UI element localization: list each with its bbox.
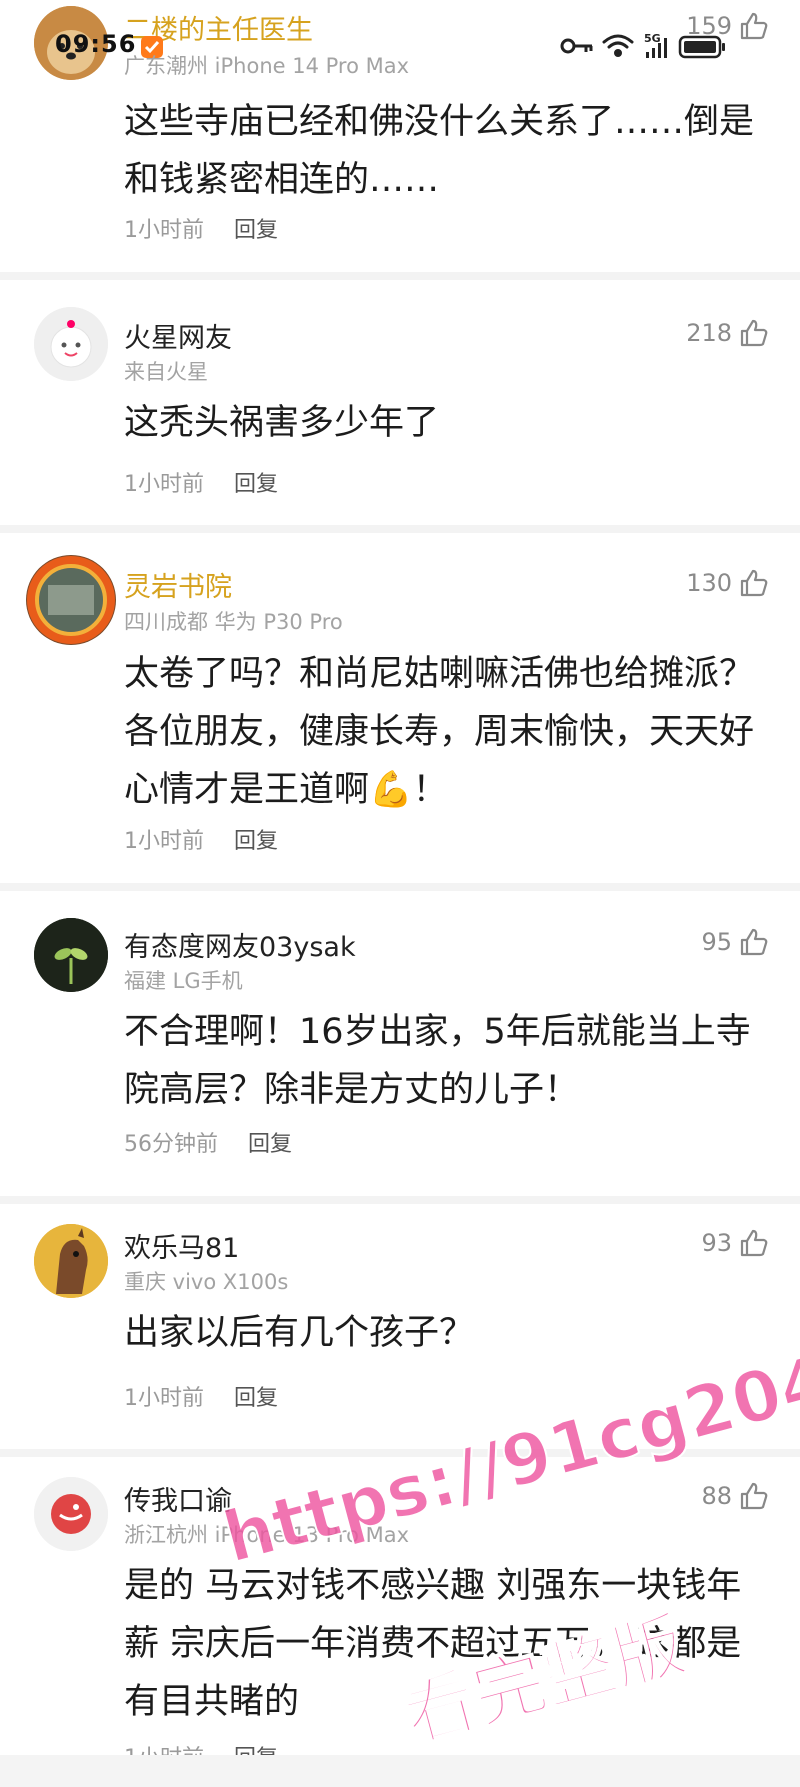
avatar[interactable] (34, 6, 108, 80)
avatar[interactable] (34, 918, 108, 992)
like-button[interactable]: 130 (686, 567, 770, 599)
thumbs-up-icon (740, 569, 768, 597)
user-name[interactable]: 火星网友 (124, 316, 232, 355)
like-count: 95 (701, 928, 732, 956)
comment-item: 欢乐马81 重庆 vivo X100s 93 出家以后有几个孩子？ 1小时前 回复 (0, 1204, 800, 1449)
comment-text: 这些寺庙已经和佛没什么关系了……倒是和钱紧密相连的…… (124, 102, 755, 200)
user-location-device: 来自火星 (124, 360, 208, 384)
comment-item: 二楼的主任医生 广东潮州 iPhone 14 Pro Max 159 这些寺庙已… (0, 0, 800, 272)
thumbs-up-icon (740, 1482, 768, 1510)
comment-item: 有态度网友03ysak 福建 LG手机 95 不合理啊！16岁出家，5年后就能当… (0, 891, 800, 1196)
thumbs-up-icon (740, 319, 768, 347)
reply-button[interactable]: 回复 (248, 1132, 292, 1157)
mars-mascot-avatar-icon (34, 307, 108, 381)
comment-time: 1小时前 (124, 829, 204, 854)
comment-text: 是的 马云对钱不感兴趣 刘强东一块钱年薪 宗庆后一年消费不超过五万。 这都是有目… (124, 1566, 742, 1722)
like-button[interactable]: 218 (686, 317, 770, 349)
divider (0, 272, 800, 280)
like-count: 218 (686, 319, 732, 347)
like-count: 159 (686, 12, 732, 40)
avatar[interactable] (34, 1224, 108, 1298)
comment-text: 太卷了吗？和尚尼姑喇嘛活佛也给摊派？各位朋友，健康长寿，周末愉快，天天好心情才是… (124, 654, 755, 810)
user-name[interactable]: 传我口谕 (124, 1479, 232, 1518)
divider (0, 1196, 800, 1204)
like-button[interactable]: 95 (701, 926, 770, 958)
comment-text: 这秃头祸害多少年了 (124, 403, 440, 443)
user-name[interactable]: 欢乐马81 (124, 1226, 239, 1265)
red-bubble-avatar-icon (34, 1477, 108, 1551)
user-location-device: 四川成都 华为 P30 Pro (124, 610, 343, 634)
avatar[interactable] (34, 1477, 108, 1551)
avatar[interactable] (34, 307, 108, 381)
comment-time: 1小时前 (124, 218, 204, 243)
comment-time: 1小时前 (124, 472, 204, 497)
dragon-frame-avatar-icon (27, 556, 115, 644)
reply-button[interactable]: 回复 (234, 218, 278, 243)
dog-avatar-icon (34, 6, 108, 80)
comment-footer: 1小时前 回复 (124, 823, 278, 855)
like-button[interactable]: 88 (701, 1480, 770, 1512)
user-name[interactable]: 有态度网友03ysak (124, 925, 356, 964)
comment-item: 传我口谕 浙江杭州 iPhone 13 Pro Max 88 是的 马云对钱不感… (0, 1457, 800, 1787)
like-count: 88 (701, 1482, 732, 1510)
horse-avatar-icon (34, 1224, 108, 1298)
user-location-device: 重庆 vivo X100s (124, 1270, 289, 1294)
comment-text: 不合理啊！16岁出家，5年后就能当上寺院高层？除非是方丈的儿子！ (124, 1012, 751, 1110)
comment-text: 出家以后有几个孩子？ (124, 1313, 475, 1353)
reply-button[interactable]: 回复 (234, 829, 278, 854)
like-count: 93 (701, 1229, 732, 1257)
comment-item: 灵岩书院 四川成都 华为 P30 Pro 130 太卷了吗？和尚尼姑喇嘛活佛也给… (0, 533, 800, 883)
avatar[interactable] (26, 555, 116, 645)
comment-footer: 1小时前 回复 (124, 466, 278, 498)
divider (0, 1449, 800, 1457)
divider (0, 883, 800, 891)
user-location-device: 广东潮州 iPhone 14 Pro Max (124, 54, 410, 78)
reply-button[interactable]: 回复 (234, 472, 278, 497)
user-location-device: 福建 LG手机 (124, 969, 243, 993)
comment-time: 56分钟前 (124, 1132, 218, 1157)
divider (0, 525, 800, 533)
like-button[interactable]: 159 (686, 10, 770, 42)
comment-time: 1小时前 (124, 1386, 204, 1411)
thumbs-up-icon (740, 928, 768, 956)
like-button[interactable]: 93 (701, 1227, 770, 1259)
comment-footer: 1小时前 回复 (124, 1380, 278, 1412)
comment-item: 火星网友 来自火星 218 这秃头祸害多少年了 1小时前 回复 (0, 280, 800, 525)
thumbs-up-icon (740, 1229, 768, 1257)
comment-footer: 1小时前 回复 (124, 212, 278, 244)
user-name[interactable]: 灵岩书院 (124, 565, 232, 604)
reply-button[interactable]: 回复 (234, 1386, 278, 1411)
user-location-device: 浙江杭州 iPhone 13 Pro Max (124, 1523, 410, 1547)
comment-footer: 56分钟前 回复 (124, 1126, 292, 1158)
thumbs-up-icon (740, 12, 768, 40)
like-count: 130 (686, 569, 732, 597)
sprout-avatar-icon (34, 918, 108, 992)
bottom-bar (0, 1755, 800, 1787)
